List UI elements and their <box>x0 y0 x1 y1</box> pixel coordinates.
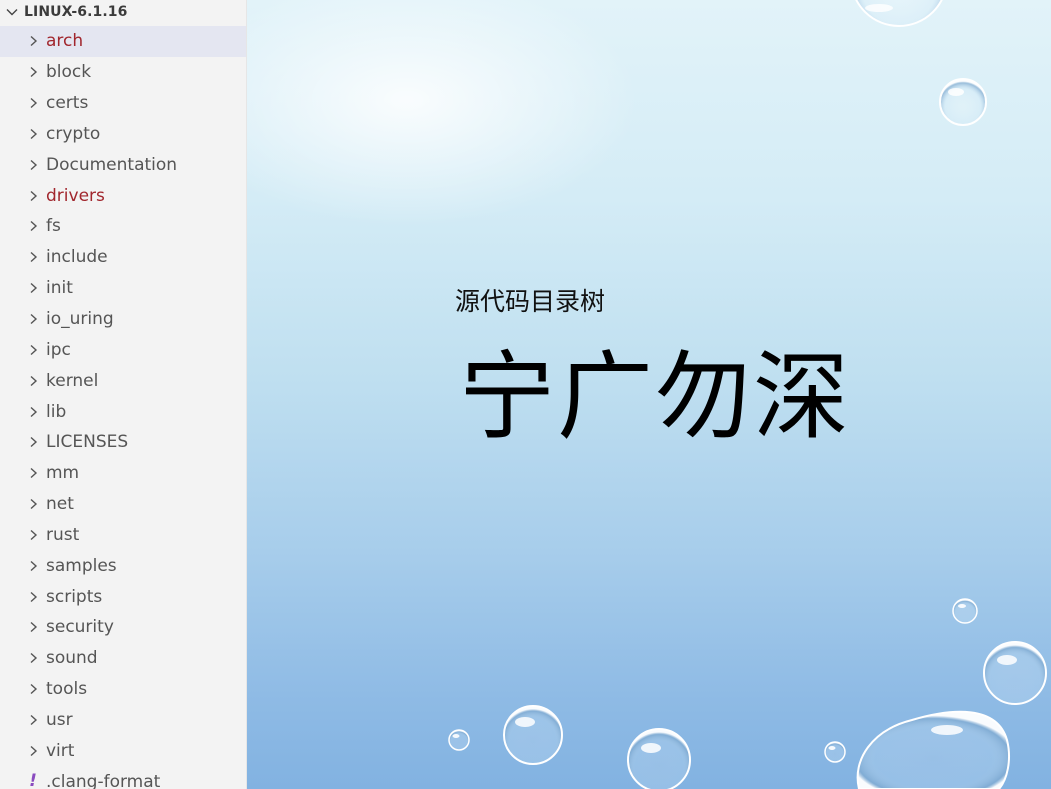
tree-item-label: ipc <box>46 339 71 360</box>
chevron-right-icon <box>30 468 38 479</box>
tree-folder-item[interactable]: block <box>0 57 246 88</box>
chevron-right-icon <box>30 375 38 386</box>
tree-item-label: init <box>46 278 73 299</box>
tree-folder-item[interactable]: init <box>0 273 246 304</box>
tree-folder-item[interactable]: mm <box>0 458 246 489</box>
chevron-right-icon <box>30 344 38 355</box>
tree-item-label: rust <box>46 524 80 545</box>
chevron-right-icon <box>30 221 38 232</box>
chevron-right-icon <box>30 159 38 170</box>
exclamation-icon: ! <box>29 771 37 789</box>
tree-item-label: tools <box>46 679 88 700</box>
tree-folder-item[interactable]: drivers <box>0 180 246 211</box>
explorer-root-label: LINUX-6.1.16 <box>24 4 128 20</box>
chevron-right-icon <box>30 714 38 726</box>
chevron-right-icon <box>30 529 38 540</box>
tree-folder-item[interactable]: crypto <box>0 119 246 150</box>
slide-preview: 源代码目录树 宁广勿深 <box>247 0 1051 789</box>
tree-item-label: certs <box>46 93 89 114</box>
tree-folder-item[interactable]: usr <box>0 705 246 736</box>
tree-item-label: lib <box>46 401 67 422</box>
tree-item-label: kernel <box>46 370 99 391</box>
tree-folder-item[interactable]: virt <box>0 735 246 766</box>
tree-folder-item[interactable]: LICENSES <box>0 427 246 458</box>
slide-subtitle: 源代码目录树 <box>455 287 606 316</box>
tree-item-label: io_uring <box>46 309 114 330</box>
tree-folder-item[interactable]: lib <box>0 396 246 427</box>
screen: LINUX-6.1.16 arch block certs crypto Documen… <box>0 0 1051 789</box>
tree-folder-item[interactable]: kernel <box>0 365 246 396</box>
chevron-right-icon <box>30 591 38 602</box>
tree-item-label: net <box>46 494 74 515</box>
chevron-right-icon <box>30 653 38 664</box>
tree-item-label: Documentation <box>46 154 178 175</box>
tree-folder-item[interactable]: io_uring <box>0 304 246 335</box>
tree-folder-item[interactable]: sound <box>0 643 246 674</box>
tree-folder-item[interactable]: Documentation <box>0 149 246 180</box>
tree-item-label: virt <box>46 740 75 761</box>
tree-folder-item[interactable]: certs <box>0 88 246 119</box>
chevron-right-icon <box>30 406 38 417</box>
tree-folder-item[interactable]: fs <box>0 211 246 242</box>
chevron-down-icon <box>6 9 18 16</box>
tree-item-label: usr <box>46 709 73 730</box>
tree-folder-item[interactable]: ipc <box>0 334 246 365</box>
tree-folder-item[interactable]: net <box>0 489 246 520</box>
tree-folder-item[interactable]: security <box>0 612 246 643</box>
file-tree: arch block certs crypto Documentation drivers… <box>0 26 246 789</box>
tree-item-label: crypto <box>46 123 101 144</box>
chevron-right-icon <box>30 252 38 263</box>
chevron-right-icon <box>30 98 38 109</box>
tree-item-label: LICENSES <box>46 432 129 453</box>
tree-item-label: security <box>46 617 114 638</box>
chevron-right-icon <box>30 560 38 571</box>
explorer-root-folder[interactable]: LINUX-6.1.16 <box>0 0 246 24</box>
chevron-right-icon <box>30 684 38 695</box>
tree-folder-item[interactable]: include <box>0 242 246 273</box>
tree-item-label: scripts <box>46 586 103 607</box>
slide-title: 宁广勿深 <box>459 341 851 453</box>
explorer-sidebar: LINUX-6.1.16 arch block certs crypto Documen… <box>0 0 247 789</box>
tree-item-label: .clang-format <box>46 771 161 789</box>
tree-folder-item[interactable]: samples <box>0 550 246 581</box>
tree-item-label: mm <box>46 463 80 484</box>
tree-item-label: fs <box>46 216 61 237</box>
tree-folder-item[interactable]: rust <box>0 520 246 551</box>
tree-folder-item[interactable]: arch <box>0 26 246 57</box>
chevron-right-icon <box>30 283 38 294</box>
tree-folder-item[interactable]: scripts <box>0 581 246 612</box>
tree-item-label: include <box>46 247 108 268</box>
tree-file-item[interactable]: ! .clang-format <box>0 766 246 789</box>
chevron-right-icon <box>30 190 38 201</box>
chevron-right-icon <box>30 437 38 448</box>
chevron-right-icon <box>30 67 38 78</box>
chevron-right-icon <box>30 622 38 633</box>
chevron-right-icon <box>30 128 38 139</box>
tree-item-label: samples <box>46 555 117 576</box>
tree-item-label: block <box>46 62 92 83</box>
chevron-right-icon <box>30 36 38 47</box>
tree-item-label: arch <box>46 31 84 52</box>
chevron-right-icon <box>30 499 38 510</box>
tree-item-label: drivers <box>46 185 105 206</box>
chevron-right-icon <box>30 745 38 756</box>
tree-folder-item[interactable]: tools <box>0 674 246 705</box>
tree-item-label: sound <box>46 648 98 669</box>
chevron-right-icon <box>30 313 38 325</box>
